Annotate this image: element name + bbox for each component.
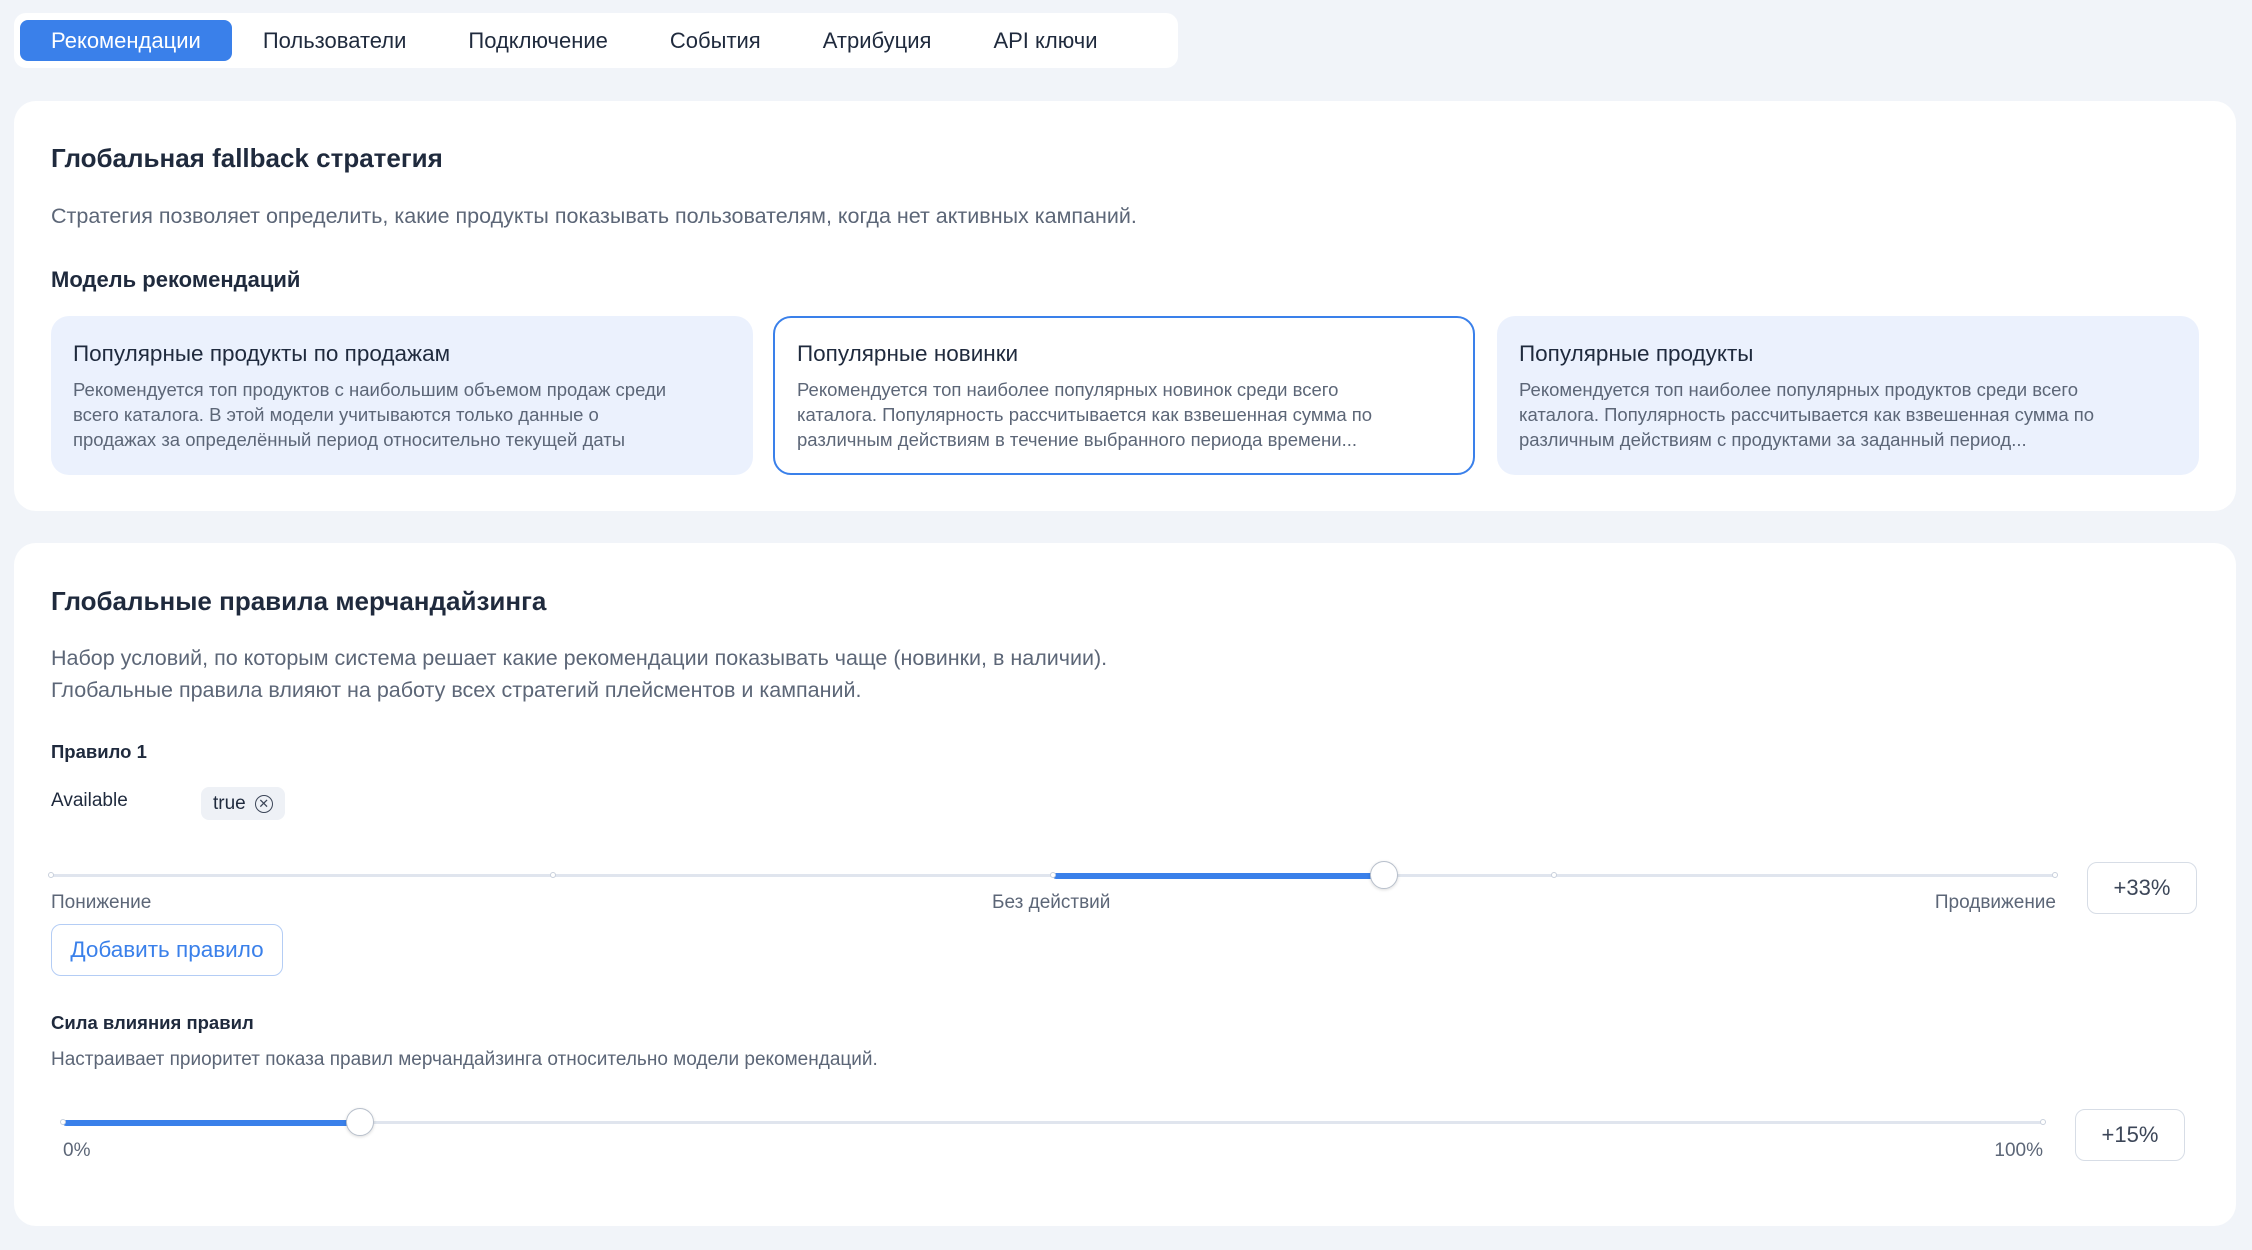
strength-description: Настраивает приоритет показа правил мерч… — [51, 1049, 878, 1070]
strength-slider-max-label: 100% — [1994, 1140, 2043, 1161]
model-option-title: Популярные новинки — [797, 341, 1019, 366]
model-option-title: Популярные продукты — [1519, 341, 1754, 366]
model-option-description: Рекомендуется топ продуктов с наибольшим… — [73, 379, 667, 450]
model-label: Модель рекомендаций — [51, 267, 301, 292]
rule-slider-thumb[interactable] — [1369, 861, 1398, 889]
merch-description-line2: Глобальные правила влияют на работу всех… — [51, 678, 862, 702]
rule-attribute-name: Available — [51, 790, 128, 811]
rule-slider-tick — [550, 872, 556, 878]
tab-recommendations[interactable]: Рекомендации — [20, 20, 232, 61]
rule-slider-tick — [1551, 872, 1557, 878]
strength-slider-fill — [63, 1120, 360, 1126]
rule-slider-tick — [1050, 872, 1056, 878]
rule-slider-min-label: Понижение — [51, 892, 152, 913]
fallback-title: Глобальная fallback стратегия — [51, 143, 443, 173]
tab-events[interactable]: События — [639, 20, 792, 61]
rule-slider-max-label: Продвижение — [1934, 892, 2056, 913]
model-option-description: Рекомендуется топ наиболее популярных пр… — [1519, 379, 2095, 450]
fallback-strategy-card: Глобальная fallback стратегия Стратегия … — [14, 101, 2236, 511]
strength-slider-tick — [2040, 1119, 2046, 1125]
tab-connection[interactable]: Подключение — [437, 20, 639, 61]
model-option-popular-products[interactable]: Популярные продукты Рекомендуется топ на… — [1497, 316, 2199, 475]
rule-slider-mid-label: Без действий — [992, 892, 1111, 913]
strength-value-input[interactable]: +15% — [2075, 1109, 2185, 1161]
rule-value-input[interactable]: +33% — [2087, 862, 2197, 914]
remove-chip-icon[interactable]: ✕ — [254, 794, 273, 813]
add-rule-button[interactable]: Добавить правило — [51, 924, 283, 976]
merch-description-line1: Набор условий, по которым система решает… — [51, 646, 1108, 670]
rule-slider-tick — [2052, 872, 2058, 878]
rule-label: Правило 1 — [51, 741, 147, 762]
model-option-popular-sales[interactable]: Популярные продукты по продажам Рекоменд… — [51, 316, 753, 475]
rule-slider-fill — [1053, 873, 1384, 879]
tab-api-keys[interactable]: API ключи — [962, 20, 1128, 61]
strength-slider-thumb[interactable] — [346, 1108, 374, 1136]
rule-value-chip: true ✕ — [201, 787, 285, 820]
tab-users[interactable]: Пользователи — [232, 20, 438, 61]
tab-bar: Рекомендации Пользователи Подключение Со… — [14, 13, 1178, 68]
model-option-description: Рекомендуется топ наиболее популярных но… — [797, 379, 1373, 450]
rule-slider-tick — [48, 872, 54, 878]
merch-title: Глобальные правила мерчандайзинга — [51, 586, 547, 616]
model-option-title: Популярные продукты по продажам — [73, 341, 451, 366]
merchandising-rules-card: Глобальные правила мерчандайзинга Набор … — [14, 543, 2236, 1226]
fallback-description: Стратегия позволяет определить, какие пр… — [51, 204, 1137, 228]
tab-attribution[interactable]: Атрибуция — [792, 20, 963, 61]
model-option-popular-new[interactable]: Популярные новинки Рекомендуется топ наи… — [773, 316, 1475, 475]
strength-slider-tick — [60, 1119, 66, 1125]
rule-value-text: true — [213, 792, 246, 814]
strength-slider-min-label: 0% — [63, 1140, 91, 1161]
strength-title: Сила влияния правил — [51, 1012, 254, 1033]
